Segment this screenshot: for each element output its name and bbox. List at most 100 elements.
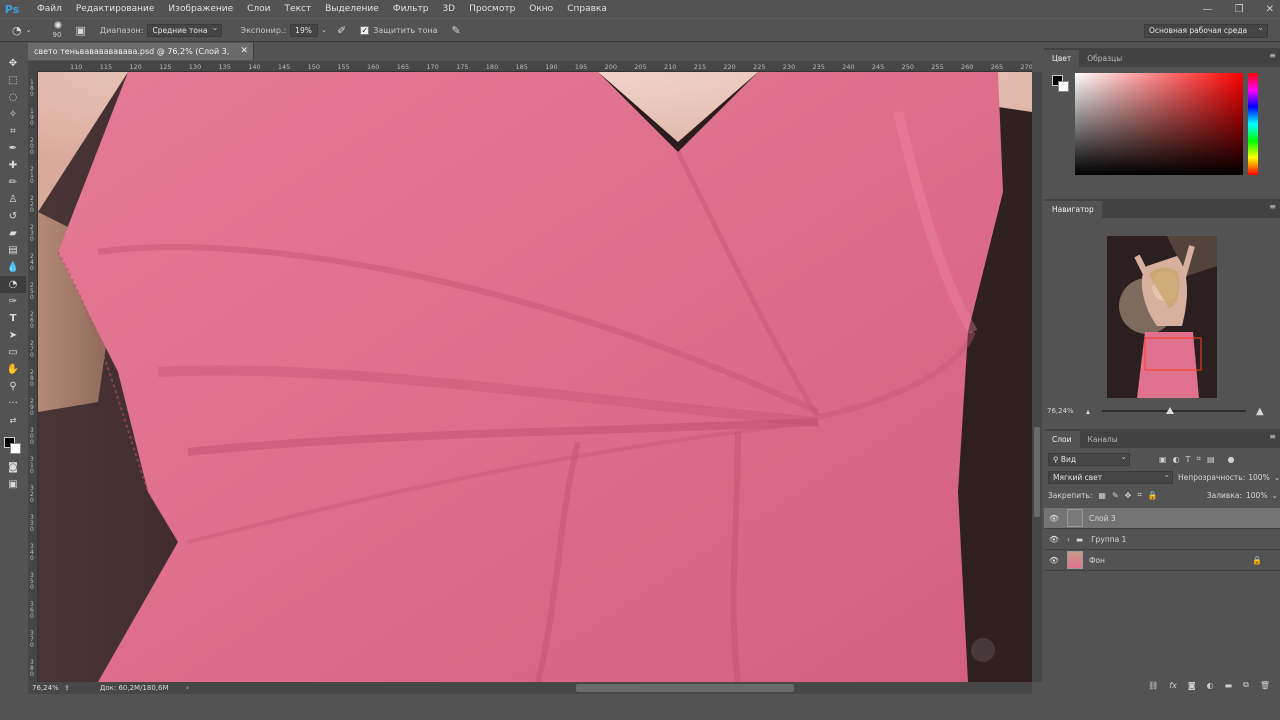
close-document-icon[interactable]: ✕ xyxy=(240,43,248,60)
history-brush-tool-icon[interactable]: ↺ xyxy=(0,208,26,225)
lasso-tool-icon[interactable]: ◌ xyxy=(0,89,26,106)
menu-item[interactable]: 3D xyxy=(435,0,462,18)
zoom-tool-icon[interactable]: ⚲ xyxy=(0,378,26,395)
menu-item[interactable]: Текст xyxy=(278,0,319,18)
tab-layers[interactable]: Слои xyxy=(1044,431,1080,448)
layer-name[interactable]: Слой 3 xyxy=(1089,514,1116,523)
maximize-button[interactable]: ❐ xyxy=(1235,4,1244,15)
fx-icon[interactable]: fx xyxy=(1169,681,1177,690)
dodge-tool-icon[interactable]: ◔ xyxy=(0,276,26,293)
menu-item[interactable]: Слои xyxy=(240,0,277,18)
panel-background-color[interactable] xyxy=(1058,81,1069,92)
clone-stamp-tool-icon[interactable]: ♙ xyxy=(0,191,26,208)
tab-navigator[interactable]: Навигатор xyxy=(1044,201,1102,218)
healing-brush-tool-icon[interactable]: ✚ xyxy=(0,157,26,174)
fill-value[interactable]: 100% xyxy=(1246,491,1267,500)
navigator-menu-icon[interactable]: ≡ xyxy=(1269,202,1276,211)
more-tools-icon[interactable]: ··· xyxy=(0,395,26,412)
status-share-icon[interactable]: ⇪ xyxy=(64,684,70,692)
navigator-zoom-value[interactable]: 76,24% xyxy=(1047,407,1077,415)
link-icon[interactable]: ⛓ xyxy=(1148,681,1158,690)
layer-thumbnail[interactable] xyxy=(1067,509,1083,527)
menu-item[interactable]: Файл xyxy=(30,0,69,18)
menu-item[interactable]: Редактирование xyxy=(69,0,162,18)
blend-mode-select[interactable]: Мягкий свет xyxy=(1048,469,1174,484)
navigator-thumbnail[interactable] xyxy=(1107,236,1217,398)
protect-tones-checkbox[interactable]: ✓ xyxy=(360,25,370,35)
group-expand-icon[interactable]: › xyxy=(1067,535,1070,544)
vertical-scrollbar[interactable] xyxy=(1032,72,1042,682)
screen-mode-icon[interactable]: ▣ xyxy=(0,476,26,493)
tab-color[interactable]: Цвет xyxy=(1044,50,1080,67)
menu-item[interactable]: Справка xyxy=(560,0,614,18)
vertical-ruler[interactable]: 1 8 0 1 9 0 2 0 0 2 1 0 2 2 0 2 3 0 2 4 0 2 5 0… xyxy=(28,72,38,682)
opacity-dropdown-icon[interactable]: ⌄ xyxy=(1274,473,1280,482)
status-menu-arrow[interactable]: › xyxy=(186,684,189,692)
gradient-tool-icon[interactable]: ▤ xyxy=(0,242,26,259)
new-layer-icon[interactable]: ⧉ xyxy=(1243,680,1249,690)
mask-icon[interactable]: ◙ xyxy=(1188,681,1196,690)
filter-adjustment-icon[interactable]: ◐ xyxy=(1173,455,1180,464)
background-color[interactable] xyxy=(10,443,21,454)
quick-select-tool-icon[interactable]: ✧ xyxy=(0,106,26,123)
ruler-corner[interactable] xyxy=(28,61,38,72)
tab-swatches[interactable]: Образцы xyxy=(1079,50,1130,67)
layers-menu-icon[interactable]: ≡ xyxy=(1269,432,1276,441)
layer-name[interactable]: Группа 1 xyxy=(1091,535,1126,544)
dodge-tool-icon[interactable]: ◔ xyxy=(12,24,22,37)
rectangle-tool-icon[interactable]: ▭ xyxy=(0,344,26,361)
marquee-tool-icon[interactable]: ⬚ xyxy=(0,72,26,89)
hand-tool-icon[interactable]: ✋ xyxy=(0,361,26,378)
horizontal-scrollbar-thumb[interactable] xyxy=(576,684,794,692)
navigator-zoom-slider[interactable] xyxy=(1102,407,1246,414)
layer-thumbnail[interactable] xyxy=(1067,551,1083,569)
visibility-eye-icon[interactable]: 👁 xyxy=(1044,535,1064,544)
folder-icon[interactable]: ▬ xyxy=(1225,681,1233,690)
layer-row[interactable]: 👁 › ▬ Группа 1 xyxy=(1044,529,1280,550)
layer-kind-filter[interactable]: ⚲ Вид xyxy=(1048,451,1130,466)
pen-tool-icon[interactable]: ✑ xyxy=(0,293,26,310)
opacity-value[interactable]: 100% xyxy=(1248,473,1269,482)
brush-tool-icon[interactable]: ✏ xyxy=(0,174,26,191)
menu-item[interactable]: Выделение xyxy=(318,0,386,18)
workspace-select[interactable]: Основная рабочая среда xyxy=(1144,22,1268,38)
brush-settings-icon[interactable]: ▣ xyxy=(75,24,85,37)
menu-item[interactable]: Окно xyxy=(522,0,560,18)
quick-mask-icon[interactable]: ◙ xyxy=(0,459,26,476)
airbrush-icon[interactable]: ✐ xyxy=(337,24,346,37)
lock-all-icon[interactable]: 🔒 xyxy=(1148,491,1158,500)
zoom-slider-knob[interactable] xyxy=(1166,407,1174,414)
eraser-tool-icon[interactable]: ▰ xyxy=(0,225,26,242)
tool-preset-dropdown-icon[interactable]: ⌄ xyxy=(26,26,32,34)
adjustment-icon[interactable]: ◐ xyxy=(1207,681,1214,690)
filter-smart-object-icon[interactable]: ▤ xyxy=(1207,455,1215,464)
blur-tool-icon[interactable]: 💧 xyxy=(0,259,26,276)
color-swatches[interactable] xyxy=(0,429,26,459)
zoom-in-icon[interactable]: ▲ xyxy=(1256,406,1264,417)
filter-toggle-icon[interactable]: ● xyxy=(1228,455,1235,464)
move-tool-icon[interactable]: ✥ xyxy=(0,55,26,72)
layer-name[interactable]: Фон xyxy=(1089,556,1105,565)
lock-icon[interactable]: 🔒 xyxy=(1252,556,1262,565)
layer-row[interactable]: 👁 Слой 3 xyxy=(1044,508,1280,529)
lock-pixels-icon[interactable]: ✎ xyxy=(1112,491,1119,500)
exposure-dropdown-icon[interactable]: ⌄ xyxy=(321,26,327,34)
lock-transparent-icon[interactable]: ▦ xyxy=(1098,491,1106,500)
color-field[interactable] xyxy=(1075,73,1243,175)
document-canvas[interactable] xyxy=(38,72,1032,682)
trash-icon[interactable]: 🗑 xyxy=(1260,681,1270,690)
close-window-button[interactable]: ✕ xyxy=(1266,4,1274,15)
type-tool-icon[interactable]: T xyxy=(0,310,26,327)
visibility-eye-icon[interactable]: 👁 xyxy=(1044,514,1064,523)
brush-preset-picker[interactable]: 90 xyxy=(49,19,67,41)
menu-item[interactable]: Фильтр xyxy=(386,0,436,18)
filter-type-icon[interactable]: T xyxy=(1186,455,1191,464)
tab-channels[interactable]: Каналы xyxy=(1080,431,1126,448)
exposure-input[interactable]: 19% xyxy=(290,23,319,37)
hue-slider[interactable] xyxy=(1248,73,1258,175)
vertical-scrollbar-thumb[interactable] xyxy=(1034,427,1040,517)
eyedropper-tool-icon[interactable]: ✒ xyxy=(0,140,26,157)
layer-row[interactable]: 👁 Фон 🔒 xyxy=(1044,550,1280,571)
lock-position-icon[interactable]: ✥ xyxy=(1125,491,1132,500)
visibility-eye-icon[interactable]: 👁 xyxy=(1044,556,1064,565)
